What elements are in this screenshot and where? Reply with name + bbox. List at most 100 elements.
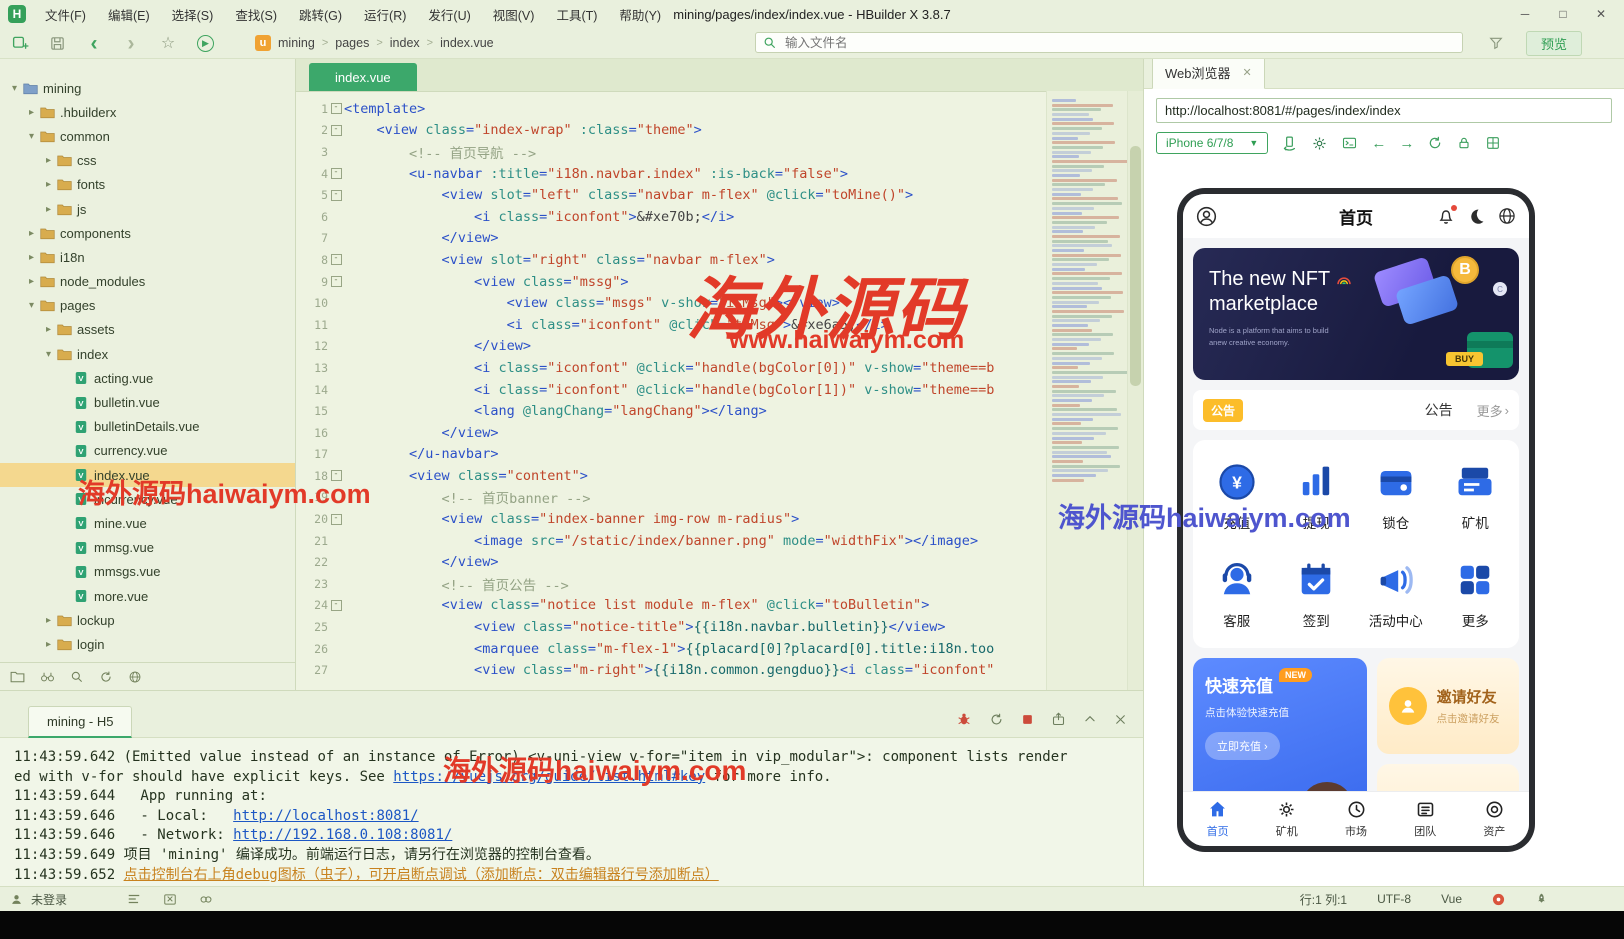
moon-icon[interactable] xyxy=(1467,207,1486,226)
line-number[interactable]: 6 xyxy=(296,210,328,224)
lock-icon[interactable] xyxy=(1456,135,1472,151)
minimize-button[interactable]: ─ xyxy=(1506,0,1544,28)
editor[interactable]: index.vue 1-<template>2- <view class="in… xyxy=(296,58,1143,690)
tree-item-index[interactable]: ▾index xyxy=(0,342,295,366)
line-number[interactable]: 1 xyxy=(296,102,328,116)
notice-more-label[interactable]: 更多 xyxy=(1477,401,1503,420)
line-number[interactable]: 9 xyxy=(296,275,328,289)
tree-item-node_modules[interactable]: ▸node_modules xyxy=(0,270,295,294)
line-number[interactable]: 16 xyxy=(296,426,328,440)
run-icon[interactable]: ▶ xyxy=(195,33,215,53)
feature-recharge[interactable]: ¥充值 xyxy=(1197,460,1277,532)
line-number[interactable]: 10 xyxy=(296,296,328,310)
rocket-icon[interactable] xyxy=(1535,892,1548,906)
tree-item-mmsg-vue[interactable]: Vmmsg.vue xyxy=(0,536,295,560)
tab-home[interactable]: 首页 xyxy=(1183,792,1252,846)
line-number[interactable]: 2 xyxy=(296,123,328,137)
fold-marker-icon[interactable]: - xyxy=(328,190,344,201)
line-number[interactable]: 22 xyxy=(296,555,328,569)
tab-miner-tab[interactable]: 矿机 xyxy=(1252,792,1321,846)
line-number[interactable]: 25 xyxy=(296,620,328,634)
link-icon[interactable] xyxy=(199,893,213,906)
recharge-now-button[interactable]: 立即充值 › xyxy=(1205,732,1280,760)
restart-icon[interactable] xyxy=(989,712,1004,727)
nft-banner[interactable]: B C BUY The new NFT marketplace Node is … xyxy=(1193,248,1519,380)
feature-service[interactable]: 客服 xyxy=(1197,558,1277,630)
bell-icon[interactable] xyxy=(1436,206,1456,226)
tree-item-bulletinDetails-vue[interactable]: VbulletinDetails.vue xyxy=(0,415,295,439)
code-area[interactable]: 1-<template>2- <view class="index-wrap" … xyxy=(296,91,1046,690)
line-number[interactable]: 18 xyxy=(296,469,328,483)
feature-withdraw[interactable]: 提现 xyxy=(1277,460,1357,532)
nav-forward-icon[interactable]: → xyxy=(1399,136,1414,151)
line-number[interactable]: 14 xyxy=(296,383,328,397)
url-bar[interactable]: http://localhost:8081/#/pages/index/inde… xyxy=(1156,98,1612,123)
filter-funnel-icon[interactable] xyxy=(1488,28,1504,58)
minimap[interactable] xyxy=(1046,91,1128,690)
console-link[interactable]: http://localhost:8081/ xyxy=(233,808,418,824)
tree-item-currency-vue[interactable]: Vcurrency.vue xyxy=(0,439,295,463)
line-number[interactable]: 19 xyxy=(296,490,328,504)
language-globe-icon[interactable] xyxy=(1497,206,1517,226)
menu-item-9[interactable]: 帮助(Y) xyxy=(608,0,672,28)
console-link[interactable]: https://vuejs.org/guide/list.html#key xyxy=(393,769,705,785)
stop-icon[interactable] xyxy=(1021,713,1034,726)
line-number[interactable]: 3 xyxy=(296,145,328,159)
split-view-icon[interactable] xyxy=(1485,135,1501,151)
line-number[interactable]: 7 xyxy=(296,231,328,245)
tree-item-common[interactable]: ▾common xyxy=(0,124,295,148)
menu-item-6[interactable]: 发行(U) xyxy=(417,0,481,28)
tree-item-bulletin-vue[interactable]: Vbulletin.vue xyxy=(0,390,295,414)
fold-marker-icon[interactable]: - xyxy=(328,103,344,114)
line-number[interactable]: 21 xyxy=(296,534,328,548)
feature-activity[interactable]: 活动中心 xyxy=(1356,558,1436,630)
settings-gear-icon[interactable] xyxy=(1311,135,1328,152)
console-link[interactable]: http://192.168.0.108:8081/ xyxy=(233,827,452,843)
debug-bug-icon[interactable] xyxy=(956,711,972,727)
close-button[interactable]: ✕ xyxy=(1582,0,1620,28)
new-file-icon[interactable] xyxy=(10,33,30,53)
record-dot-icon[interactable] xyxy=(1492,893,1505,906)
tab-assets[interactable]: 资产 xyxy=(1460,792,1529,846)
line-number[interactable]: 20 xyxy=(296,512,328,526)
fold-marker-icon[interactable]: - xyxy=(328,125,344,136)
line-number[interactable]: 12 xyxy=(296,339,328,353)
tree-item-login[interactable]: ▸login xyxy=(0,632,295,656)
menu-item-0[interactable]: 文件(F) xyxy=(34,0,97,28)
outline-list-icon[interactable] xyxy=(127,893,141,905)
tree-item-mmsgs-vue[interactable]: Vmmsgs.vue xyxy=(0,560,295,584)
menu-item-2[interactable]: 选择(S) xyxy=(161,0,225,28)
tree-item-fonts[interactable]: ▸fonts xyxy=(0,173,295,197)
find-in-files-icon[interactable] xyxy=(70,670,84,684)
breadcrumb-item[interactable]: pages xyxy=(335,36,369,50)
menu-item-4[interactable]: 跳转(G) xyxy=(288,0,353,28)
device-selector[interactable]: iPhone 6/7/8 ▼ xyxy=(1156,132,1268,154)
search-input[interactable] xyxy=(783,35,1455,51)
fold-marker-icon[interactable]: - xyxy=(328,276,344,287)
scrollbar-thumb[interactable] xyxy=(1130,146,1141,386)
maximize-button[interactable]: □ xyxy=(1544,0,1582,28)
rotate-device-icon[interactable] xyxy=(1281,135,1298,152)
refresh-icon[interactable] xyxy=(99,670,113,684)
globe-icon[interactable] xyxy=(128,670,142,684)
tab-web-browser[interactable]: Web浏览器 ✕ xyxy=(1152,56,1265,89)
nav-back-icon[interactable]: ← xyxy=(1371,136,1386,151)
breadcrumb-item[interactable]: index.vue xyxy=(440,36,494,50)
forward-icon[interactable]: › xyxy=(121,33,141,53)
back-icon[interactable]: ‹ xyxy=(84,33,104,53)
avatar-icon[interactable] xyxy=(1195,205,1218,228)
save-icon[interactable] xyxy=(47,33,67,53)
binoculars-icon[interactable] xyxy=(40,670,55,683)
line-number[interactable]: 15 xyxy=(296,404,328,418)
notice-bar[interactable]: 公告 公告 更多› xyxy=(1193,390,1519,430)
fold-marker-icon[interactable]: - xyxy=(328,514,344,525)
collapse-panel-icon[interactable] xyxy=(1083,712,1097,726)
tree-item-mining[interactable]: ▾mining xyxy=(0,76,295,100)
menu-item-3[interactable]: 查找(S) xyxy=(224,0,288,28)
tree-item-index-vue[interactable]: Vindex.vue xyxy=(0,463,295,487)
breadcrumb-item[interactable]: index xyxy=(390,36,420,50)
feature-lockup[interactable]: 锁仓 xyxy=(1356,460,1436,532)
tree-item-assets[interactable]: ▸assets xyxy=(0,318,295,342)
quick-recharge-card[interactable]: 快速充值NEW 点击体验快速充值 立即充值 › xyxy=(1193,658,1367,791)
terminal-icon[interactable] xyxy=(1341,135,1358,151)
